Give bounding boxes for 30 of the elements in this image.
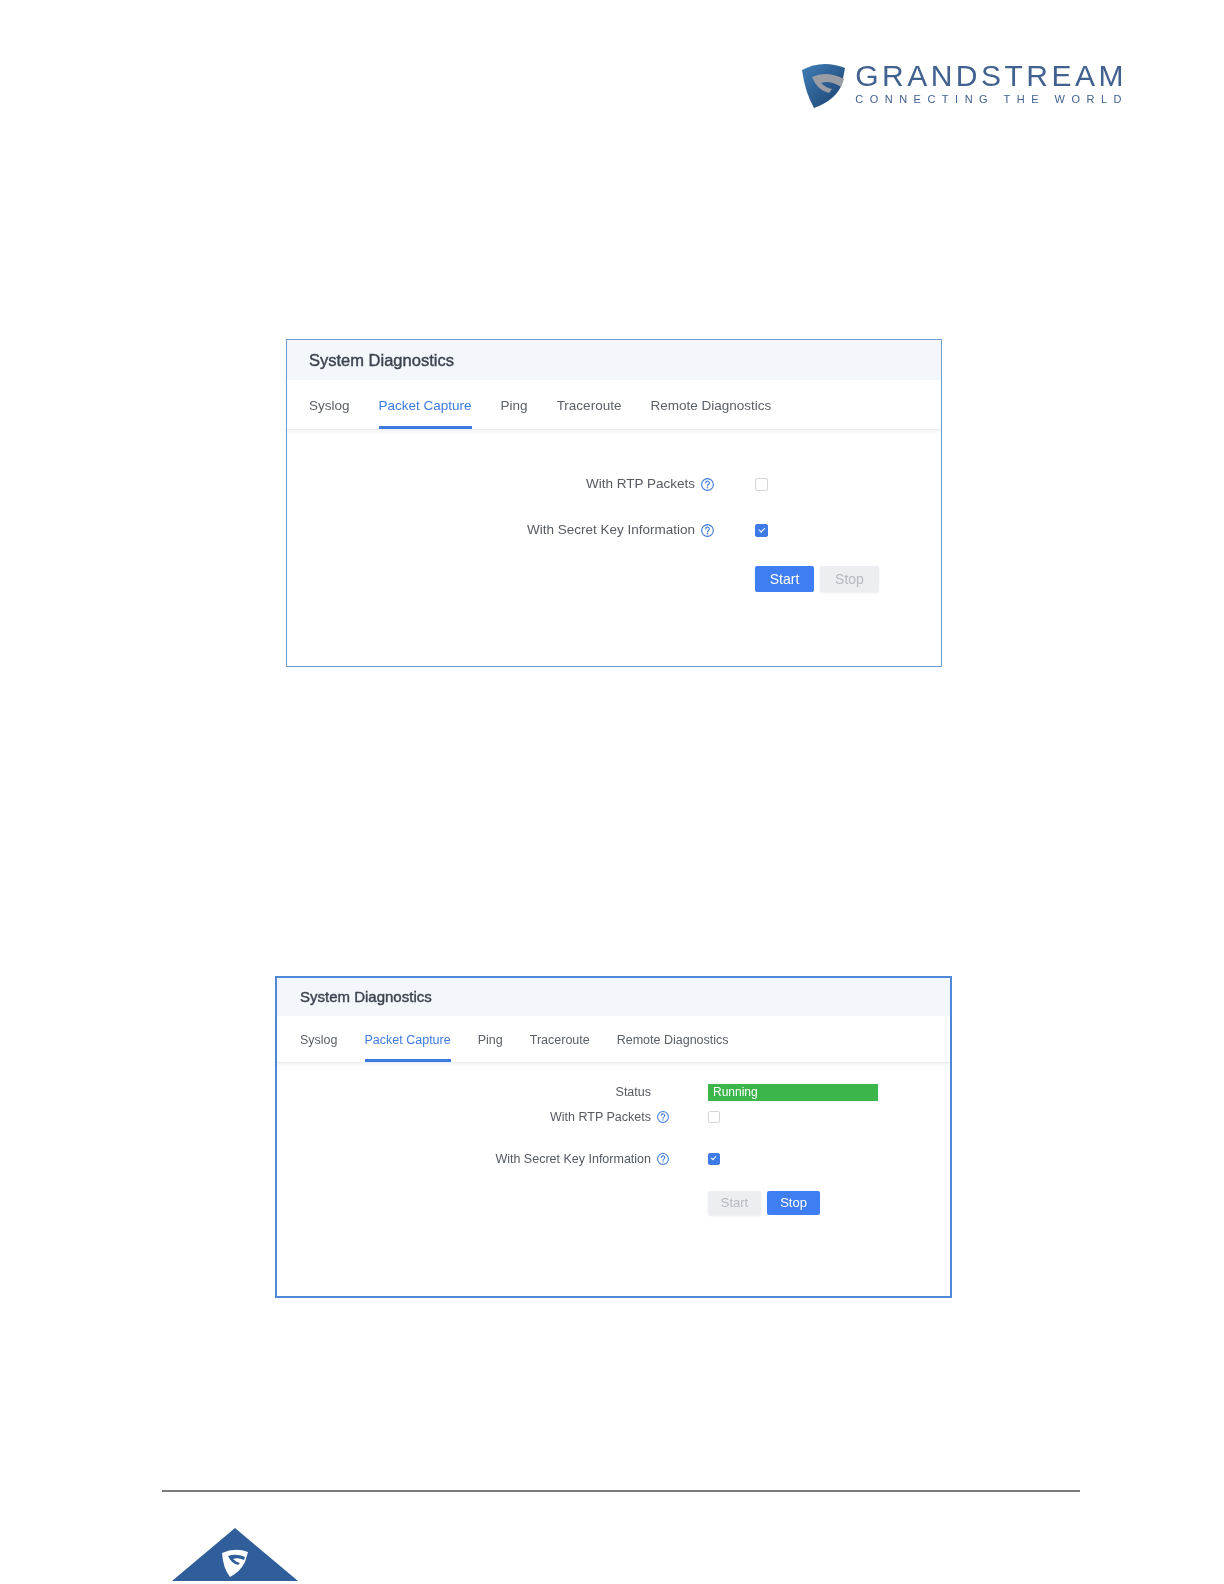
- action-button[interactable]: Stop: [767, 1191, 820, 1215]
- field-label: With RTP Packets: [585, 475, 695, 493]
- panel-title: System Diagnostics: [300, 986, 432, 1007]
- action-button[interactable]: Start: [755, 566, 814, 592]
- status-value: Running: [708, 1083, 878, 1101]
- field-label: With RTP Packets: [550, 1109, 651, 1126]
- checkbox[interactable]: [708, 1153, 720, 1165]
- tab[interactable]: Syslog: [300, 1016, 338, 1062]
- checkbox[interactable]: [755, 523, 768, 537]
- tab[interactable]: Traceroute: [529, 1016, 590, 1062]
- tab[interactable]: Traceroute: [556, 380, 622, 429]
- tab[interactable]: Ping: [500, 380, 528, 429]
- tab[interactable]: Ping: [477, 1016, 503, 1062]
- logo-wordmark: GRANDSTREAM: [855, 61, 1128, 91]
- logo-mark-icon: [802, 62, 846, 108]
- help-icon[interactable]: [701, 477, 714, 491]
- panel-title: System Diagnostics: [309, 349, 454, 371]
- help-icon[interactable]: [657, 1153, 669, 1165]
- footer-logo-icon: [172, 1528, 298, 1581]
- field-label: Status: [615, 1084, 651, 1101]
- field-label: With Secret Key Information: [526, 521, 695, 539]
- help-icon[interactable]: [657, 1111, 669, 1123]
- tab[interactable]: Packet Capture: [378, 380, 472, 429]
- tab[interactable]: Remote Diagnostics: [650, 380, 772, 429]
- tab[interactable]: Syslog: [309, 380, 350, 429]
- help-icon[interactable]: [701, 523, 714, 537]
- tab[interactable]: Packet Capture: [364, 1016, 451, 1062]
- field-label: With Secret Key Information: [495, 1151, 651, 1168]
- tab[interactable]: Remote Diagnostics: [616, 1016, 729, 1062]
- logo-tagline: CONNECTING THE WORLD: [855, 94, 1128, 105]
